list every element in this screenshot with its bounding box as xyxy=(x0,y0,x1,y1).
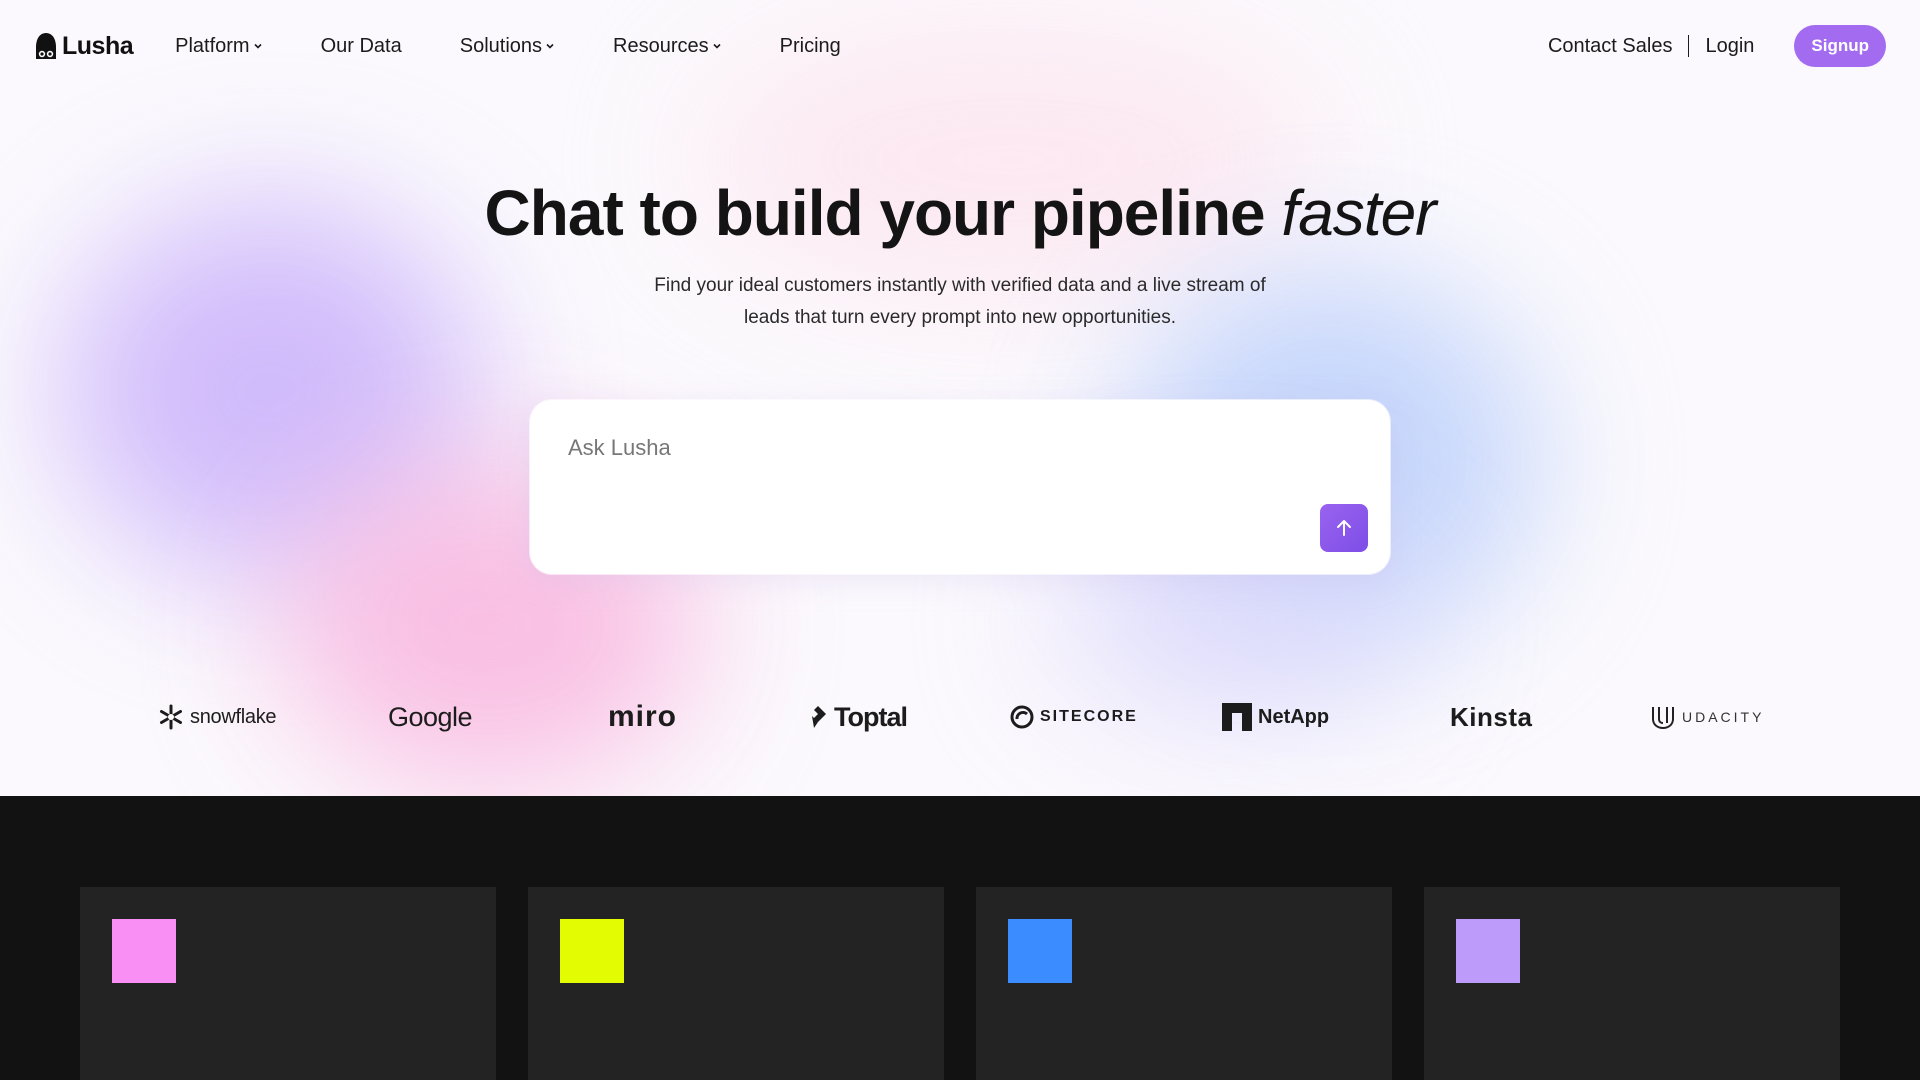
lusha-logo-icon xyxy=(36,33,56,59)
send-button[interactable] xyxy=(1320,504,1368,552)
logo-wordmark: Lusha xyxy=(62,31,134,60)
nav-item-resources[interactable]: Resources xyxy=(613,35,722,58)
netapp-logo: NetApp xyxy=(1222,692,1329,742)
logo-label: miro xyxy=(608,700,678,733)
feature-card[interactable] xyxy=(80,887,496,1080)
snowflake-logo: snowflake xyxy=(158,692,277,742)
nav-item-label: Solutions xyxy=(459,34,543,57)
nav-item-label: Resources xyxy=(613,34,709,57)
signup-button[interactable]: Signup xyxy=(1794,25,1886,67)
logo-label: Google xyxy=(388,701,473,732)
ask-lusha-input[interactable] xyxy=(568,428,1328,468)
udacity-logo: UDACITY xyxy=(1650,692,1764,742)
arrow-up-icon xyxy=(1337,520,1351,536)
headline-text: Chat to build your pipeline xyxy=(484,177,1266,249)
toptal-icon xyxy=(812,706,826,728)
snowflake-icon xyxy=(160,704,182,730)
nav-divider xyxy=(1688,35,1690,57)
logo-label: snowflake xyxy=(190,705,277,728)
logo-label: Toptal xyxy=(834,701,908,732)
nav-item-our-data[interactable]: Our Data xyxy=(321,35,402,58)
top-navigation: Lusha Platform Our Data Solutions Resour… xyxy=(0,0,1920,92)
nav-item-label: Our Data xyxy=(320,34,402,57)
main-menu: Platform Our Data Solutions Resources Pr… xyxy=(175,35,899,58)
nav-item-label: Pricing xyxy=(779,34,841,57)
sitecore-icon xyxy=(1010,705,1034,729)
google-logo: Google xyxy=(388,692,473,742)
logo-label: UDACITY xyxy=(1682,709,1765,725)
subtitle-line: Find your ideal customers instantly with… xyxy=(654,275,1266,296)
hero-section xyxy=(0,0,1920,796)
feature-card-swatch xyxy=(1008,919,1072,983)
subtitle-line: leads that turn every prompt into new op… xyxy=(744,307,1176,328)
feature-card-swatch xyxy=(1456,919,1520,983)
feature-card[interactable] xyxy=(1424,887,1840,1080)
nav-item-pricing[interactable]: Pricing xyxy=(780,35,841,58)
customer-logos: snowflake Google miro Toptal SITECORE Ne… xyxy=(0,692,1920,742)
nav-item-solutions[interactable]: Solutions xyxy=(460,35,555,58)
page-title: Chat to build your pipeline faster xyxy=(0,176,1920,250)
contact-sales-link[interactable]: Contact Sales xyxy=(1548,35,1673,58)
feature-card-swatch xyxy=(112,919,176,983)
feature-card[interactable] xyxy=(976,887,1392,1080)
chevron-down-icon xyxy=(546,43,554,49)
miro-logo: miro xyxy=(608,692,677,742)
logo-label: NetApp xyxy=(1258,705,1330,728)
logo-label: SITECORE xyxy=(1040,708,1138,725)
hero-subtitle: Find your ideal customers instantly with… xyxy=(620,270,1300,334)
headline-emphasis: faster xyxy=(1281,177,1436,249)
feature-card[interactable] xyxy=(528,887,944,1080)
login-link[interactable]: Login xyxy=(1705,35,1754,58)
features-section xyxy=(0,796,1920,1080)
netapp-icon xyxy=(1222,703,1252,731)
udacity-icon xyxy=(1652,707,1674,730)
nav-actions: Contact Sales Login Signup xyxy=(1548,25,1886,67)
lusha-logo[interactable]: Lusha xyxy=(34,31,134,61)
toptal-logo: Toptal xyxy=(808,692,908,742)
chevron-down-icon xyxy=(254,43,262,49)
nav-item-platform[interactable]: Platform xyxy=(175,35,262,58)
kinsta-logo: Kinsta xyxy=(1450,692,1532,742)
logo-label: Kinsta xyxy=(1450,701,1533,732)
ask-lusha-box xyxy=(530,400,1390,574)
nav-item-label: Platform xyxy=(175,34,250,57)
chevron-down-icon xyxy=(713,43,721,49)
feature-card-swatch xyxy=(560,919,624,983)
sitecore-logo: SITECORE xyxy=(1010,692,1138,742)
